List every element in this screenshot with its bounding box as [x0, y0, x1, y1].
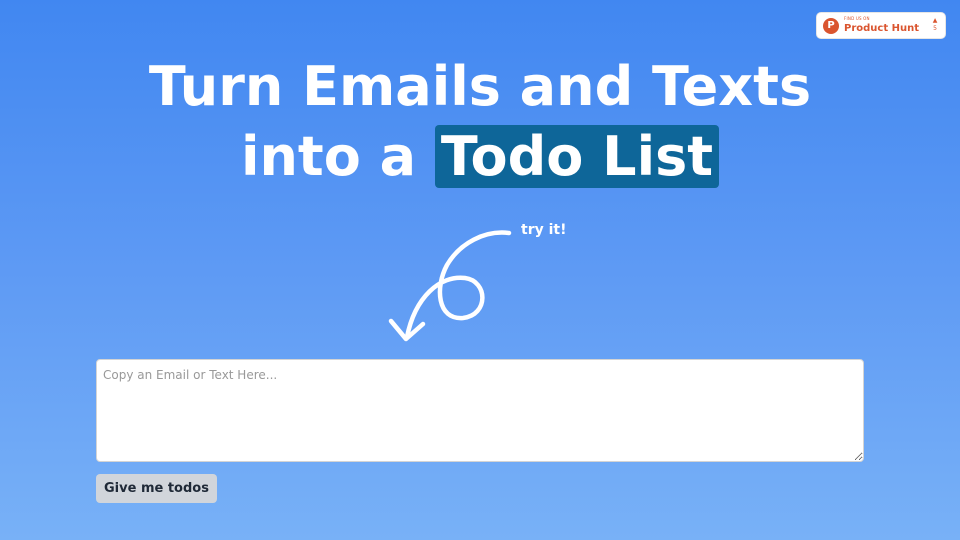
product-hunt-name: Product Hunt	[844, 23, 919, 34]
title-line-2: into a Todo List	[0, 122, 960, 192]
page-title: Turn Emails and Texts into a Todo List	[0, 52, 960, 192]
title-highlight: Todo List	[434, 125, 720, 188]
curly-arrow-icon	[388, 230, 512, 342]
title-line-2-prefix: into a	[240, 125, 435, 188]
product-hunt-badge[interactable]: P FIND US ON Product Hunt ▲ 5	[816, 12, 946, 39]
product-hunt-logo-icon: P	[823, 18, 839, 34]
upvote-count: 5	[933, 25, 937, 32]
upvote-counter: ▲ 5	[929, 17, 941, 33]
try-it-label: try it!	[521, 222, 567, 238]
title-line-1: Turn Emails and Texts	[148, 55, 812, 118]
product-hunt-caption: FIND US ON	[844, 16, 870, 21]
upvote-arrow-icon: ▲	[932, 17, 938, 24]
give-me-todos-button[interactable]: Give me todos	[96, 474, 217, 503]
email-text-input[interactable]	[96, 359, 864, 462]
